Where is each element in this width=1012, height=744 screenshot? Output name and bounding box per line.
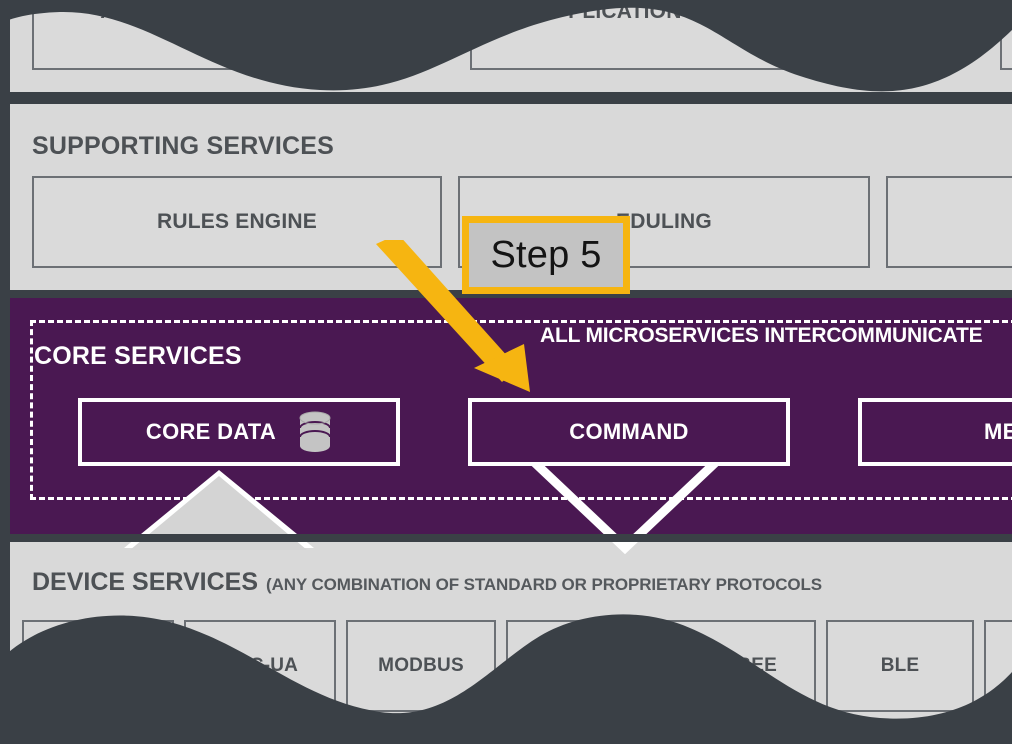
device-protocol-box-ble[interactable]: BLE [826,620,974,712]
device-protocol-box-opc-ua-label: OPC-UA [221,655,299,676]
application-services-box-2-label: APPLICATION SER [538,0,732,23]
step-callout-label: Step 5 [490,234,602,276]
supporting-service-box-alerts[interactable]: ALERTS [886,176,1012,268]
device-protocol-box-7[interactable] [984,620,1012,712]
core-service-box-command-label: COMMAND [569,419,689,444]
device-protocol-box-opc-ua[interactable]: OPC-UA [184,620,336,712]
device-protocol-box-modbus[interactable]: MODBUS [346,620,496,712]
core-service-box-metadata[interactable]: METAD [858,398,1012,466]
device-protocol-box-zigbee[interactable]: ZIGBEE [666,620,816,712]
device-services-band: DEVICE SERVICES (ANY COMBINATION OF STAN… [10,542,1012,744]
application-services-box-2: APPLICATION SER [470,0,800,70]
device-protocol-box-ble-label: BLE [880,655,920,676]
device-services-heading: DEVICE SERVICES (ANY COMBINATION OF STAN… [32,568,822,597]
application-services-box-1: APPLICATION S [32,0,332,70]
supporting-service-box-rules-engine-label: RULES ENGINE [157,210,317,233]
band-separator-1 [0,92,1012,104]
database-icon [299,411,332,452]
all-microservices-intercommunicate-note: ALL MICROSERVICES INTERCOMMUNICATE [536,324,987,348]
application-services-band: APPLICATION S APPLICATION SER CO [10,0,1012,92]
device-protocol-box-1[interactable] [22,620,174,712]
core-service-box-core-data-label: CORE DATA [145,419,277,444]
left-frame-edge [0,0,10,744]
band-separator-3 [0,534,1012,542]
device-protocol-box-modbus-label: MODBUS [378,655,464,676]
device-services-subtitle: (ANY COMBINATION OF STANDARD OR PROPRIET… [266,575,823,594]
device-protocol-box-zigbee-label: ZIGBEE [705,655,777,676]
step-callout[interactable]: Step 5 [462,216,630,294]
core-service-box-core-data[interactable]: CORE DATA [78,398,400,466]
application-services-partial-title: CO [130,0,168,5]
device-protocol-box-bacnet[interactable]: BA [506,620,656,712]
application-services-box-1-label: APPLICATION S [100,0,264,23]
core-service-box-command[interactable]: COMMAND [468,398,790,466]
core-service-box-metadata-label: METAD [983,419,1012,444]
application-services-box-3 [1000,0,1012,70]
device-protocol-box-bacnet-label: BA [567,655,595,676]
diagram-canvas: APPLICATION S APPLICATION SER CO SUPPORT… [0,0,1012,744]
device-services-title: DEVICE SERVICES [32,568,259,596]
supporting-services-title: SUPPORTING SERVICES [32,132,335,160]
supporting-service-box-scheduling-label: EDULING [616,210,712,233]
core-services-title: CORE SERVICES [34,342,242,370]
